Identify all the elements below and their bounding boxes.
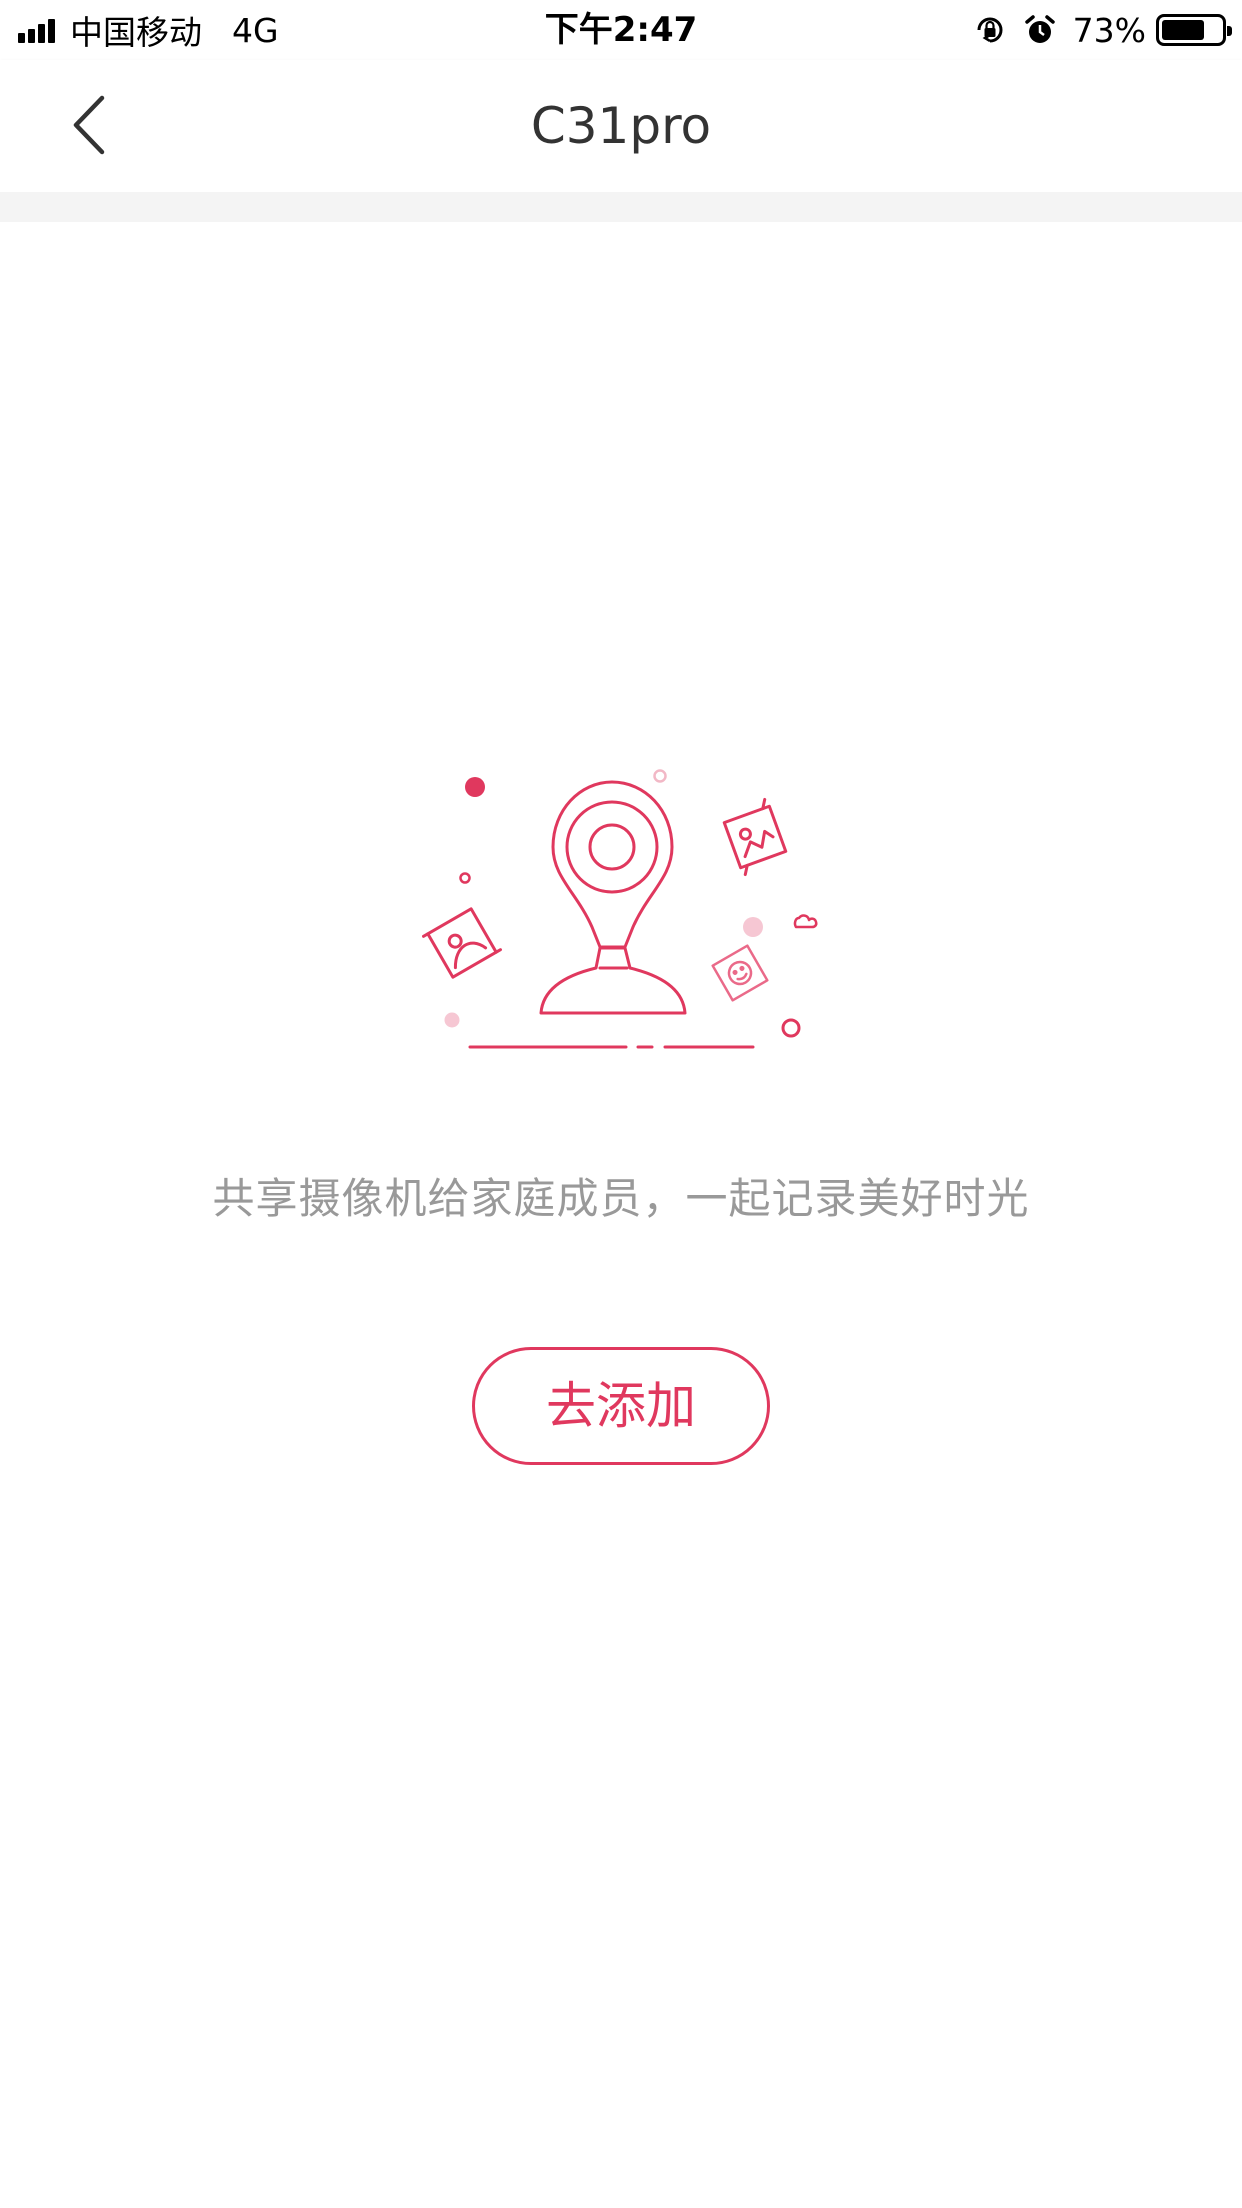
orientation-lock-icon	[977, 17, 1003, 43]
landscape-photo-icon	[722, 804, 788, 870]
share-message: 共享摄像机给家庭成员，一起记录美好时光	[212, 1174, 1030, 1223]
camera-share-illustration	[422, 769, 818, 1049]
battery-level-fill	[1162, 20, 1205, 40]
status-bar-right: 73%	[957, 0, 1232, 60]
smiley-photo-icon	[711, 944, 769, 1002]
decor-dot	[465, 777, 485, 797]
alarm-icon	[1024, 15, 1055, 43]
header-divider	[0, 192, 1242, 222]
page-title: C31pro	[530, 97, 712, 155]
battery-cap	[1227, 26, 1232, 36]
navigation-bar: C31pro	[0, 60, 1242, 192]
add-member-button[interactable]: 去添加	[472, 1347, 770, 1465]
battery-icon	[1156, 14, 1232, 46]
battery-percent: 73%	[1072, 10, 1146, 50]
status-bar: 中国移动 4G 下午2:47 73%	[0, 0, 1242, 60]
